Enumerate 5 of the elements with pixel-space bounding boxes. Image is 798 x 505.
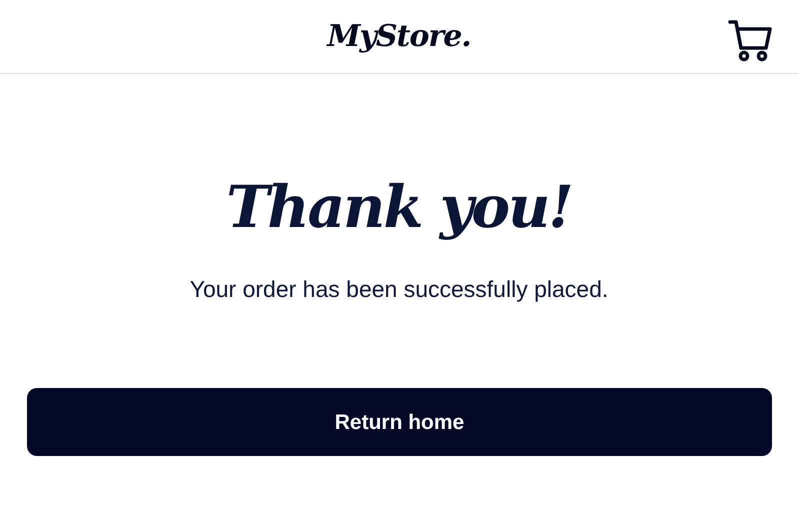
store-logo[interactable]: MyStore. bbox=[327, 14, 471, 59]
cart-icon[interactable] bbox=[728, 19, 772, 63]
return-home-button[interactable]: Return home bbox=[27, 388, 772, 456]
confirmation-message: Your order has been successfully placed. bbox=[188, 274, 610, 304]
thank-you-heading: Thank you! bbox=[225, 176, 573, 240]
